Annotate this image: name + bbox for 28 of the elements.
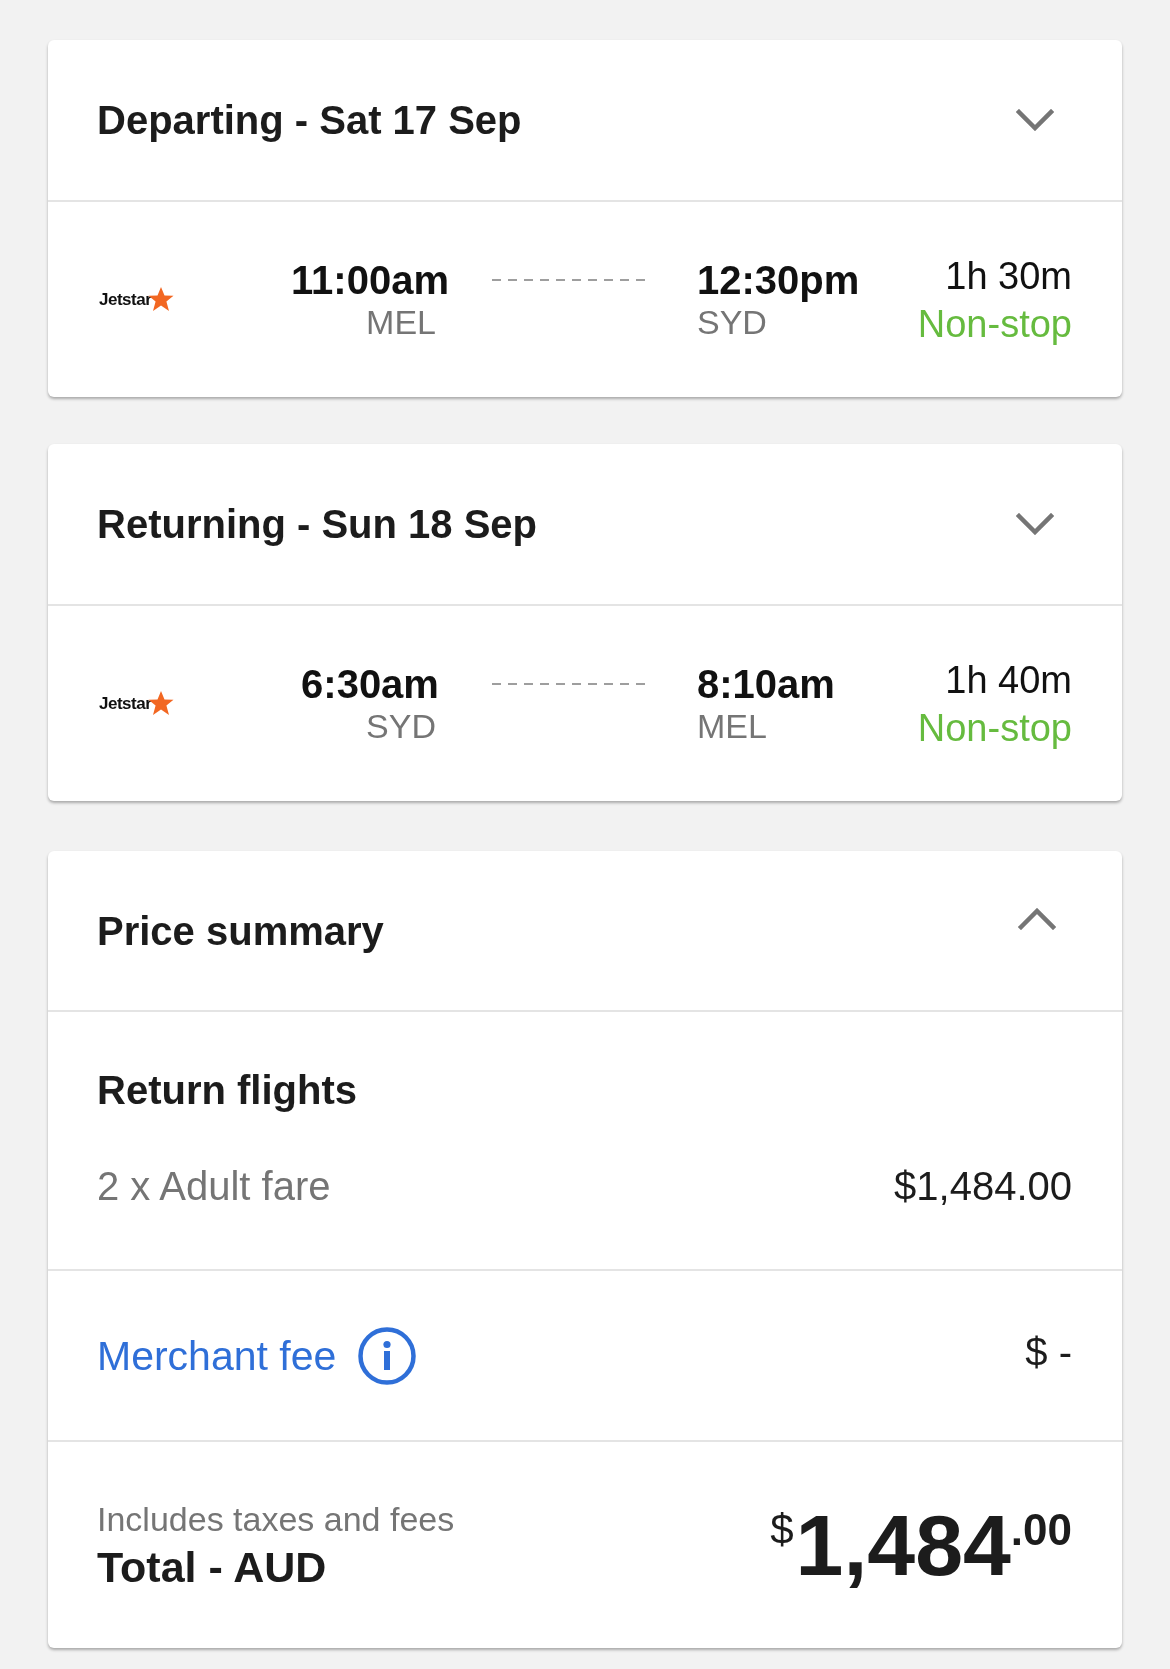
arrival-time: 8:10am bbox=[697, 661, 835, 706]
airport-code: SYD bbox=[697, 302, 767, 342]
flight-duration: 1h 30m bbox=[945, 253, 1072, 299]
stops-label: Non-stop bbox=[917, 301, 1072, 347]
airline-name: Jetstar bbox=[99, 288, 152, 311]
airport-code: MEL bbox=[366, 302, 436, 341]
total-label: Total - AUD bbox=[97, 1542, 327, 1593]
fare-amount: $1,484.00 bbox=[894, 1163, 1072, 1210]
airline-name: Jetstar bbox=[99, 692, 152, 715]
stops-label: Non-stop bbox=[917, 705, 1072, 751]
chevron-down-icon[interactable] bbox=[1016, 109, 1054, 131]
tax-note: Includes taxes and fees bbox=[97, 1499, 455, 1540]
departure-time: 11:00am bbox=[291, 257, 449, 302]
section-title: Returning - Sun 18 Sep bbox=[97, 501, 538, 548]
airport-code: SYD bbox=[366, 706, 436, 745]
merchant-fee-link[interactable]: Merchant fee bbox=[97, 1331, 337, 1380]
airport-code: MEL bbox=[697, 705, 767, 746]
subsection-title: Return flights bbox=[97, 1067, 357, 1114]
departure-time: 6:30am bbox=[301, 661, 439, 706]
flight-duration: 1h 40m bbox=[945, 657, 1072, 703]
fee-amount: $ - bbox=[1025, 1328, 1072, 1376]
info-icon[interactable] bbox=[358, 1326, 417, 1385]
chevron-up-icon[interactable] bbox=[1018, 907, 1056, 930]
chevron-down-icon[interactable] bbox=[1016, 513, 1054, 535]
section-title: Departing - Sat 17 Sep bbox=[97, 97, 522, 144]
arrival-time: 12:30pm bbox=[697, 257, 860, 302]
fare-label: 2 x Adult fare bbox=[97, 1163, 331, 1210]
section-title: Price summary bbox=[97, 907, 384, 955]
